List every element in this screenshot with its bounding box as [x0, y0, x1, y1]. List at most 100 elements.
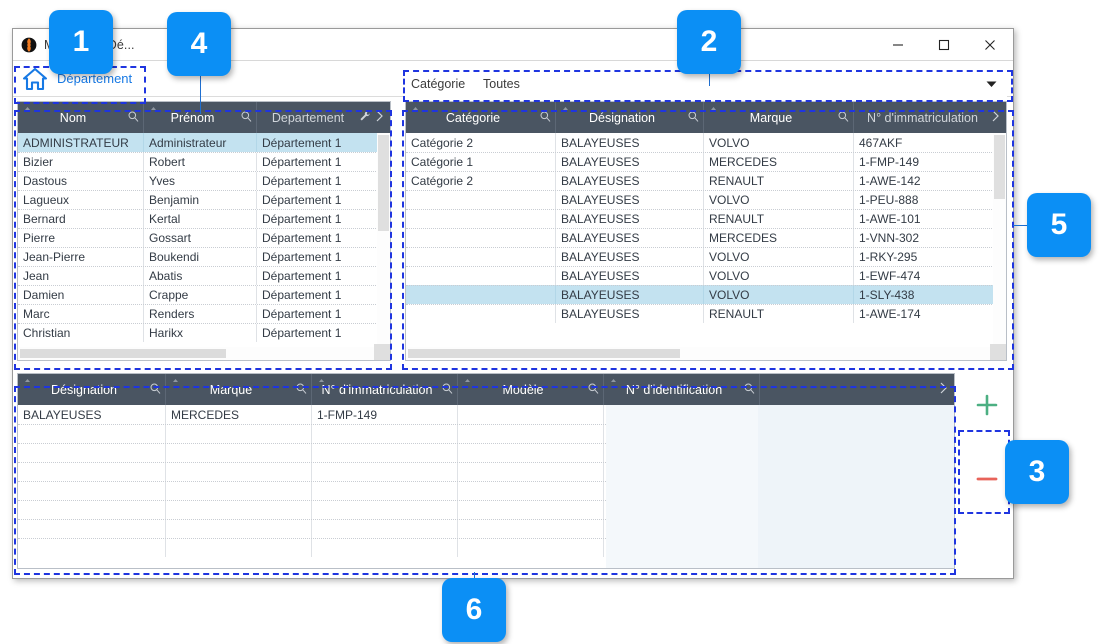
magnifier-icon[interactable]: [540, 111, 551, 125]
cell-immat: 1-AWE-142: [854, 172, 1006, 190]
employee-row[interactable]: BernardKertalDépartement 1: [18, 209, 390, 228]
column-header-categorie[interactable]: Catégorie: [406, 102, 556, 133]
column-header-immatriculation[interactable]: N° d'immatriculation: [854, 102, 1006, 133]
callout-badge-2-label: 2: [701, 25, 718, 59]
magnifier-icon[interactable]: [128, 111, 139, 125]
cell-empty: [166, 444, 312, 462]
vehicle-row[interactable]: BALAYEUSESVOLVO1-SLY-438: [406, 285, 1006, 304]
cell-prenom: Yves: [144, 172, 257, 190]
employee-row[interactable]: JeanAbatisDépartement 1: [18, 266, 390, 285]
vehicle-row[interactable]: BALAYEUSESVOLVO1-PEU-888: [406, 190, 1006, 209]
column-header-immatriculation[interactable]: N° d'immatriculation: [312, 374, 458, 405]
vehicle-row[interactable]: BALAYEUSESMERCEDES1-VNN-302: [406, 228, 1006, 247]
assigned-vehicle-empty-row[interactable]: [18, 500, 954, 519]
assigned-vehicle-empty-row[interactable]: [18, 443, 954, 462]
employees-vertical-scrollbar[interactable]: [377, 133, 390, 347]
vehicles-resize-corner[interactable]: [990, 344, 1006, 360]
cell-empty: [458, 501, 604, 519]
vehicle-row[interactable]: Catégorie 1BALAYEUSESMERCEDES1-FMP-149: [406, 152, 1006, 171]
vehicle-row[interactable]: BALAYEUSESVOLVO1-EWF-474: [406, 266, 1006, 285]
employee-row[interactable]: ChristianHarikxDépartement 1: [18, 323, 390, 342]
assigned-vehicle-row[interactable]: BALAYEUSESMERCEDES1-FMP-149B03: [18, 405, 954, 424]
vehicle-row[interactable]: Catégorie 2BALAYEUSESRENAULT1-AWE-142: [406, 171, 1006, 190]
cell-empty: [604, 444, 954, 462]
cell-departement: Département 1: [257, 286, 390, 304]
vehicles-grid[interactable]: Catégorie Désignation: [405, 101, 1007, 361]
employee-row[interactable]: PierreGossartDépartement 1: [18, 228, 390, 247]
column-header-nom[interactable]: Nom: [18, 102, 144, 133]
cell-categorie: [406, 286, 556, 304]
cell-marque: VOLVO: [704, 286, 854, 304]
employees-horizontal-scrollbar[interactable]: [18, 347, 390, 360]
cell-designation: BALAYEUSES: [556, 191, 704, 209]
add-record-button[interactable]: [973, 391, 1001, 419]
employee-row[interactable]: Jean-PierreBoukendiDépartement 1: [18, 247, 390, 266]
magnifier-icon[interactable]: [588, 383, 599, 397]
cell-marque: MERCEDES: [166, 405, 312, 424]
employee-row[interactable]: ADMINISTRATEURAdministrateurDépartement …: [18, 133, 390, 152]
assigned-vehicle-empty-row[interactable]: [18, 538, 954, 557]
cell-empty: [18, 501, 166, 519]
chevron-right-icon[interactable]: [939, 382, 948, 397]
cell-prenom: Kertal: [144, 210, 257, 228]
cell-marque: RENAULT: [704, 172, 854, 190]
assigned-vehicle-empty-row[interactable]: [18, 519, 954, 538]
column-header-overflow[interactable]: [760, 374, 954, 405]
magnifier-icon[interactable]: [150, 383, 161, 397]
column-header-marque[interactable]: Marque: [166, 374, 312, 405]
magnifier-icon[interactable]: [744, 383, 755, 397]
sort-indicator-icon: [24, 377, 31, 386]
column-header-designation[interactable]: Désignation: [556, 102, 704, 133]
cell-ident: B03: [604, 405, 954, 424]
magnifier-icon[interactable]: [442, 383, 453, 397]
chevron-right-icon[interactable]: [991, 110, 1000, 125]
column-header-designation[interactable]: Désignation: [18, 374, 166, 405]
assigned-vehicle-empty-row[interactable]: [18, 424, 954, 443]
vehicles-vertical-scrollbar[interactable]: [993, 133, 1006, 347]
magnifier-icon[interactable]: [241, 111, 252, 125]
cell-marque: RENAULT: [704, 210, 854, 228]
minimize-button[interactable]: [875, 29, 921, 61]
cell-categorie: [406, 191, 556, 209]
vehicle-row[interactable]: BALAYEUSESRENAULT1-AWE-101: [406, 209, 1006, 228]
cell-departement: Département 1: [257, 324, 390, 342]
maximize-button[interactable]: [921, 29, 967, 61]
sort-indicator-icon: [24, 105, 31, 114]
assigned-vehicle-empty-row[interactable]: [18, 462, 954, 481]
category-filter-label: Catégorie: [411, 77, 483, 91]
employee-row[interactable]: LagueuxBenjaminDépartement 1: [18, 190, 390, 209]
vehicle-row[interactable]: BALAYEUSESRENAULT1-AWE-174: [406, 304, 1006, 323]
vehicle-row[interactable]: BALAYEUSESVOLVO1-RKY-295: [406, 247, 1006, 266]
employee-row[interactable]: DamienCrappeDépartement 1: [18, 285, 390, 304]
cell-designation: BALAYEUSES: [556, 267, 704, 285]
assigned-grid-body[interactable]: BALAYEUSESMERCEDES1-FMP-149B03: [18, 405, 954, 568]
magnifier-icon[interactable]: [838, 111, 849, 125]
close-button[interactable]: [967, 29, 1013, 61]
vehicle-row[interactable]: Catégorie 2BALAYEUSESVOLVO467AKF: [406, 133, 1006, 152]
column-header-modele[interactable]: Modèle: [458, 374, 604, 405]
vehicles-horizontal-scrollbar[interactable]: [406, 347, 1006, 360]
assigned-vehicle-empty-row[interactable]: [18, 481, 954, 500]
employee-row[interactable]: BizierRobertDépartement 1: [18, 152, 390, 171]
cell-marque: VOLVO: [704, 133, 854, 152]
column-header-marque[interactable]: Marque: [704, 102, 854, 133]
cell-empty: [312, 444, 458, 462]
cell-empty: [604, 482, 954, 500]
magnifier-icon[interactable]: [296, 383, 307, 397]
employees-resize-corner[interactable]: [374, 344, 390, 360]
employee-row[interactable]: MarcRendersDépartement 1: [18, 304, 390, 323]
cell-marque: MERCEDES: [704, 229, 854, 247]
cell-nom: Jean-Pierre: [18, 248, 144, 266]
column-header-departement[interactable]: Departement: [257, 102, 390, 133]
magnifier-icon[interactable]: [688, 111, 699, 125]
remove-record-button[interactable]: [973, 465, 1001, 493]
employees-grid[interactable]: Nom Prénom Departement: [17, 101, 391, 361]
assigned-vehicles-grid[interactable]: Désignation Marque: [17, 373, 955, 569]
employee-row[interactable]: DastousYvesDépartement 1: [18, 171, 390, 190]
vehicles-grid-body[interactable]: Catégorie 2BALAYEUSESVOLVO467AKFCatégori…: [406, 133, 1006, 360]
chevron-right-icon[interactable]: [375, 110, 384, 125]
employees-grid-body[interactable]: ADMINISTRATEURAdministrateurDépartement …: [18, 133, 390, 360]
column-header-identification[interactable]: N° d'identification: [604, 374, 760, 405]
wrench-icon[interactable]: [359, 110, 371, 125]
chevron-down-icon[interactable]: [986, 75, 997, 93]
